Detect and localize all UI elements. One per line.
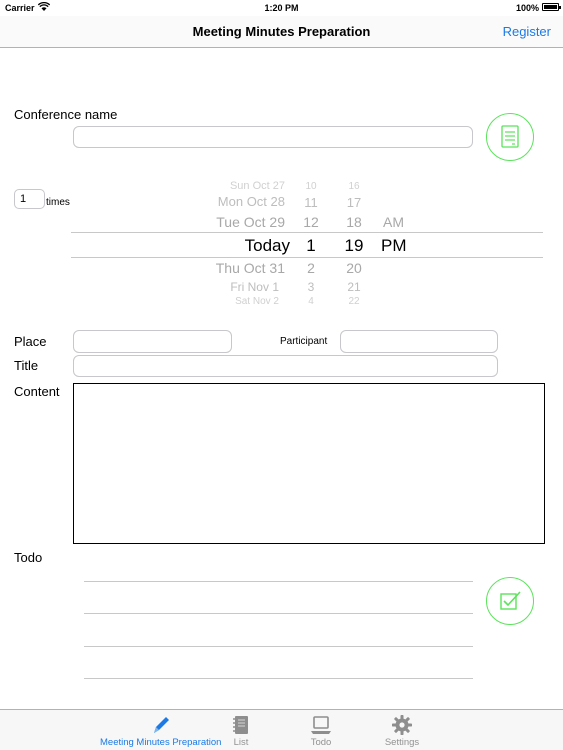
picker-selection-top-line (71, 232, 543, 233)
register-button[interactable]: Register (503, 24, 551, 39)
page-title: Meeting Minutes Preparation (192, 24, 371, 39)
todo-label: Todo (14, 550, 43, 565)
content-textarea[interactable] (73, 383, 545, 544)
tab-meeting-minutes-preparation[interactable]: Meeting Minutes Preparation (100, 710, 222, 750)
minutes-document-button[interactable] (486, 113, 534, 161)
picker-date-item[interactable]: Sat Nov 2 (235, 296, 279, 307)
picker-hour-item[interactable]: 12 (300, 214, 322, 230)
conference-name-label: Conference name (14, 107, 118, 122)
navigation-bar: Meeting Minutes Preparation Register (0, 16, 563, 48)
content-label: Content (14, 384, 60, 399)
notebook-icon (233, 716, 248, 734)
todo-line[interactable] (84, 581, 473, 582)
status-bar: Carrier 1:20 PM 100% (0, 0, 563, 16)
status-time: 1:20 PM (264, 3, 299, 13)
todo-line[interactable] (84, 646, 473, 647)
picker-minute-item[interactable]: 22 (341, 296, 367, 307)
tab-list[interactable]: List (221, 710, 261, 750)
picker-minute-item[interactable]: 21 (341, 280, 367, 294)
picker-date-item[interactable]: Sun Oct 27 (230, 180, 285, 192)
pen-icon (154, 717, 169, 733)
picker-date-selected[interactable]: Today (245, 236, 290, 256)
times-input[interactable]: 1 (14, 189, 45, 209)
title-input[interactable] (73, 355, 498, 377)
picker-minute-item[interactable]: 17 (341, 195, 367, 210)
todo-line[interactable] (84, 613, 473, 614)
picker-hour-item[interactable]: 4 (300, 296, 322, 307)
document-icon (501, 125, 519, 148)
todo-line[interactable] (84, 678, 473, 679)
picker-am-item[interactable]: AM (383, 214, 404, 230)
battery-icon (542, 3, 561, 11)
tab-bar: Meeting Minutes Preparation List Todo Se… (0, 709, 563, 750)
participant-label: Participant (280, 336, 328, 347)
tab-todo[interactable]: Todo (300, 710, 342, 750)
picker-date-item[interactable]: Tue Oct 29 (216, 214, 285, 230)
tab-settings[interactable]: Settings (378, 710, 426, 750)
tab-label: Meeting Minutes Preparation (100, 737, 222, 748)
picker-minute-item[interactable]: 20 (341, 260, 367, 276)
todo-check-button[interactable] (486, 577, 534, 625)
picker-date-item[interactable]: Fri Nov 1 (230, 280, 279, 294)
gear-icon (392, 715, 412, 735)
tab-label: List (233, 737, 249, 748)
picker-hour-item[interactable]: 11 (300, 195, 322, 210)
title-label: Title (14, 358, 39, 373)
times-label: times (46, 197, 70, 208)
picker-minute-item[interactable]: 16 (341, 181, 367, 192)
picker-selection-bottom-line (71, 257, 543, 258)
tab-label: Todo (310, 737, 332, 748)
place-label: Place (14, 334, 47, 349)
date-time-picker[interactable]: Sun Oct 27 Mon Oct 28 Tue Oct 29 Today T… (71, 176, 543, 312)
picker-date-item[interactable]: Mon Oct 28 (218, 194, 285, 209)
laptop-icon (311, 716, 331, 734)
picker-minute-selected[interactable]: 19 (341, 236, 367, 256)
picker-pm-selected[interactable]: PM (381, 236, 407, 256)
picker-minute-item[interactable]: 18 (341, 214, 367, 230)
conference-name-input[interactable] (73, 126, 473, 148)
picker-hour-item[interactable]: 3 (300, 280, 322, 294)
picker-date-item[interactable]: Thu Oct 31 (216, 260, 285, 276)
place-input[interactable] (73, 330, 232, 353)
battery-percent: 100% (515, 3, 539, 13)
checkbox-icon (500, 591, 521, 610)
picker-hour-item[interactable]: 2 (300, 260, 322, 276)
participant-input[interactable] (340, 330, 498, 353)
picker-hour-item[interactable]: 10 (300, 181, 322, 192)
tab-label: Settings (384, 737, 420, 748)
picker-hour-selected[interactable]: 1 (300, 236, 322, 256)
